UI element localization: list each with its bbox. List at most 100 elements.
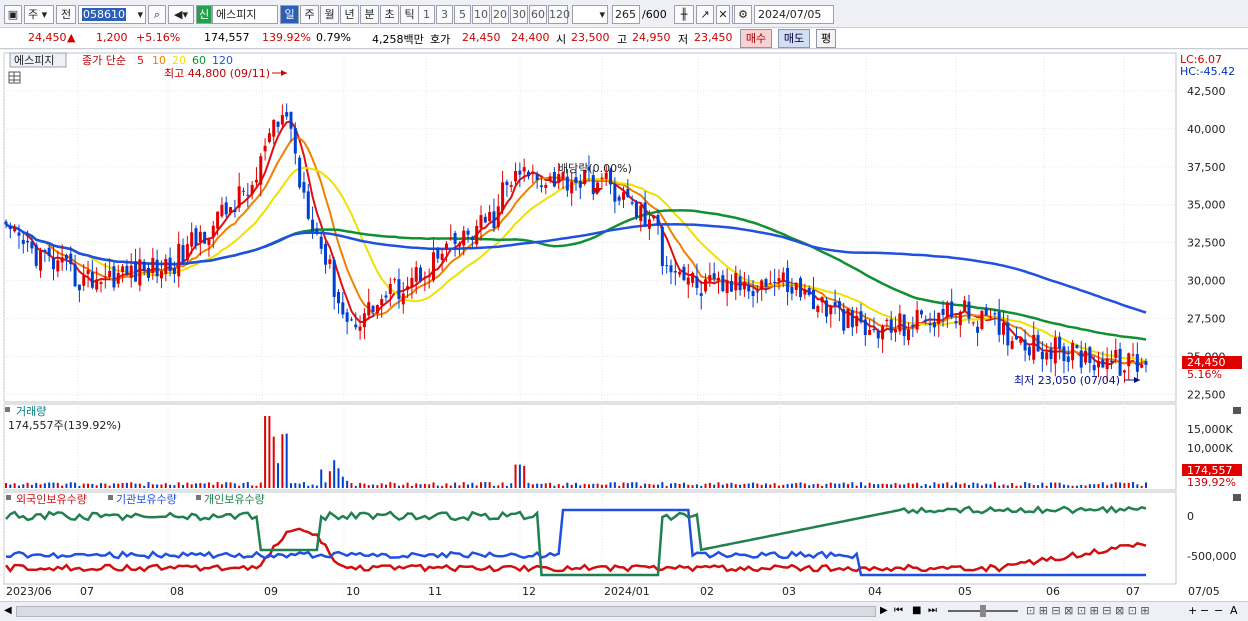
- candle-body: [1114, 349, 1118, 358]
- settings-gear-icon[interactable]: ⚙: [734, 5, 752, 24]
- volume-bar: [959, 484, 962, 488]
- zoom-slider-handle[interactable]: [980, 605, 986, 617]
- last-page-icon[interactable]: ⏭: [928, 605, 937, 616]
- candle-body: [954, 321, 958, 324]
- volume-bar: [946, 482, 949, 488]
- volume-bar: [864, 485, 867, 488]
- low-price: 23,450: [694, 31, 733, 44]
- draw-tools-icon[interactable]: ↗: [696, 5, 714, 24]
- horizontal-scrollbar[interactable]: [16, 606, 876, 617]
- interval-120-button[interactable]: 120: [548, 5, 570, 24]
- tools-icons[interactable]: ⊡ ⊞ ⊟ ⊠ ⊡ ⊞ ⊟ ⊠ ⊡ ⊞: [1026, 604, 1150, 617]
- candle-body: [233, 209, 237, 213]
- candle-body: [319, 236, 323, 249]
- interval-3-button[interactable]: 3: [436, 5, 453, 24]
- period-2-button[interactable]: 월: [320, 5, 339, 24]
- interval-10-button[interactable]: 10: [472, 5, 490, 24]
- holdings-collapse-icon[interactable]: [1233, 494, 1241, 501]
- volume-bar: [376, 485, 379, 488]
- period-3-button[interactable]: 년: [340, 5, 359, 24]
- candle-body: [773, 281, 777, 283]
- volume-bar: [117, 483, 120, 488]
- window-icon[interactable]: ▣: [4, 5, 22, 24]
- market-select[interactable]: 주 ▾: [24, 5, 54, 24]
- candle-body: [729, 280, 733, 292]
- interval-30-button[interactable]: 30: [510, 5, 528, 24]
- period-6-button[interactable]: 틱: [400, 5, 419, 24]
- volume-bar: [91, 483, 94, 488]
- interval-select[interactable]: ▾: [572, 5, 608, 24]
- volume-bar: [112, 483, 115, 488]
- interval-5-button[interactable]: 5: [454, 5, 471, 24]
- eval-button[interactable]: 평: [816, 29, 836, 48]
- candle-body: [1049, 348, 1053, 360]
- count-input[interactable]: 265: [612, 5, 640, 24]
- stock-name[interactable]: 에스피지: [212, 5, 278, 24]
- sell-button[interactable]: 매도: [778, 29, 810, 48]
- interval-60-button[interactable]: 60: [529, 5, 547, 24]
- scroll-right-icon[interactable]: ▶: [880, 605, 888, 616]
- volume-bar: [480, 482, 482, 488]
- volume-bar: [367, 485, 370, 488]
- candle-body: [932, 322, 936, 328]
- volume-bar: [346, 480, 349, 488]
- candle-body: [470, 236, 474, 241]
- candle-body: [863, 319, 867, 335]
- candle-body: [125, 265, 129, 275]
- volume-bar: [302, 482, 305, 488]
- volume-bar: [980, 485, 983, 488]
- zoom-out-icon[interactable]: −: [1200, 604, 1209, 617]
- candle-body: [997, 311, 1001, 335]
- volume-bar: [65, 483, 68, 488]
- sound-icon[interactable]: ◀▾: [168, 5, 194, 24]
- candle-body: [984, 307, 988, 316]
- scroll-left-icon[interactable]: ◀: [4, 605, 12, 616]
- candle-body: [181, 245, 185, 262]
- change-value: 1,200: [96, 31, 128, 44]
- volume-bar: [307, 485, 310, 488]
- candle-body: [781, 272, 785, 281]
- date-input[interactable]: 2024/07/05: [754, 5, 834, 24]
- volume-bar: [190, 484, 193, 488]
- interval-1-button[interactable]: 1: [418, 5, 435, 24]
- candle-body: [151, 258, 155, 274]
- candle-body: [479, 215, 483, 229]
- candle-body: [501, 182, 505, 211]
- volume-bar: [967, 484, 970, 488]
- search-icon[interactable]: ⌕: [148, 5, 166, 24]
- volume-bar: [579, 485, 582, 488]
- volume-collapse-icon[interactable]: [1233, 407, 1241, 414]
- volume-value: 174,557: [204, 31, 250, 44]
- first-page-icon[interactable]: ⏮: [894, 605, 903, 616]
- mode-select[interactable]: 전: [56, 5, 76, 24]
- candle-body: [574, 177, 578, 183]
- candle-body: [1118, 348, 1122, 376]
- candle-body: [980, 310, 984, 329]
- volume-bar: [195, 483, 197, 488]
- candle-body: [898, 313, 902, 332]
- buy-button[interactable]: 매수: [740, 29, 772, 48]
- volume-bar: [56, 482, 59, 488]
- volume-bar: [1145, 482, 1147, 488]
- candle-body: [82, 275, 86, 286]
- code-input[interactable]: 058610 ▾: [78, 5, 146, 24]
- chart-area[interactable]: 22,50025,00027,50030,00032,50035,00037,5…: [0, 50, 1248, 601]
- count-total: /600: [642, 8, 667, 21]
- volume-bar: [13, 483, 16, 488]
- zoom-in-icon[interactable]: +: [1188, 604, 1197, 617]
- high-note: 최고 44,800 (09/11): [164, 67, 270, 80]
- period-4-button[interactable]: 분: [360, 5, 379, 24]
- crosshair-icon[interactable]: ✕: [716, 5, 730, 24]
- period-0-button[interactable]: 일: [280, 5, 299, 24]
- name-tag: 에스피지: [14, 54, 54, 67]
- period-5-button[interactable]: 초: [380, 5, 399, 24]
- minus-icon[interactable]: −: [1214, 604, 1223, 617]
- interval-20-button[interactable]: 20: [491, 5, 509, 24]
- stock-chart[interactable]: 22,50025,00027,50030,00032,50035,00037,5…: [0, 50, 1248, 601]
- candle-body: [820, 297, 824, 303]
- candle-type-icon[interactable]: ╫: [674, 5, 694, 24]
- stop-icon[interactable]: ■: [912, 605, 921, 616]
- period-1-button[interactable]: 주: [300, 5, 319, 24]
- volume-bar: [207, 482, 210, 488]
- font-size-icon[interactable]: A: [1230, 604, 1238, 617]
